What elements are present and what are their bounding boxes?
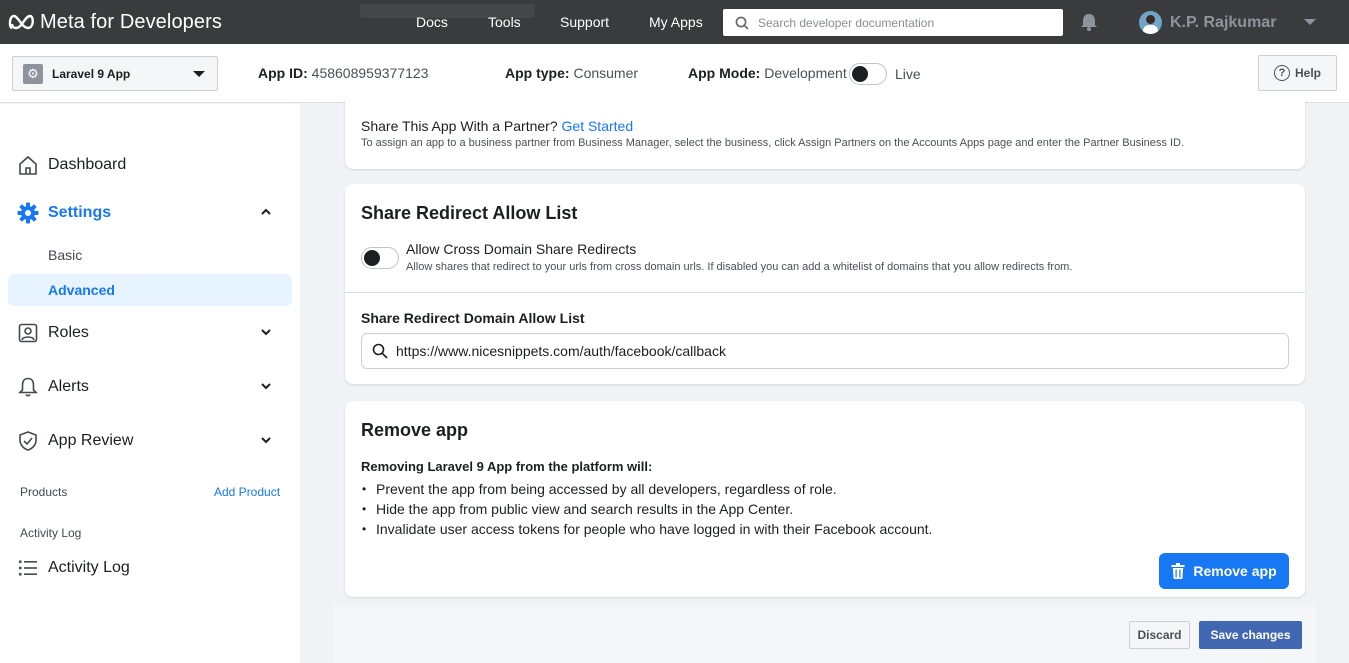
remove-app-title: Remove app xyxy=(361,420,469,440)
nav-my-apps[interactable]: My Apps xyxy=(649,0,703,44)
domain-allow-list-field[interactable] xyxy=(361,333,1289,369)
trash-icon xyxy=(1171,563,1185,579)
list-item: Prevent the app from being accessed by a… xyxy=(361,479,932,499)
meta-logo[interactable]: Meta for Developers xyxy=(8,10,222,34)
roles-icon xyxy=(16,321,40,345)
app-selector[interactable]: ⚙ Laravel 9 App xyxy=(12,56,218,91)
search-input[interactable] xyxy=(758,15,1048,30)
user-menu-caret-icon[interactable] xyxy=(1304,19,1316,25)
chevron-down-icon[interactable] xyxy=(260,326,272,338)
app-mode-value: Development xyxy=(764,65,847,81)
activity-log-section-label: Activity Log xyxy=(20,526,82,540)
bell-icon xyxy=(16,375,40,399)
sidebar: Dashboard Settings Basic Advanced Roles … xyxy=(0,104,300,663)
nav-support[interactable]: Support xyxy=(560,0,609,44)
app-mode-toggle[interactable] xyxy=(849,63,887,85)
sidebar-label-alerts: Alerts xyxy=(48,378,89,395)
top-navigation-bar: Meta for Developers Docs Tools Support M… xyxy=(0,0,1349,44)
app-mode-label: App Mode: xyxy=(688,65,761,81)
search-icon xyxy=(372,343,388,359)
gear-icon xyxy=(16,201,40,225)
cross-domain-redirect-toggle[interactable] xyxy=(361,247,399,269)
sidebar-label-dashboard: Dashboard xyxy=(48,156,127,173)
cross-domain-option-description: Allow shares that redirect to your urls … xyxy=(406,261,1073,273)
share-redirect-card: Share Redirect Allow List Allow Cross Do… xyxy=(345,184,1305,384)
app-info-bar: ⚙ Laravel 9 App App ID: 458608959377123 … xyxy=(0,44,1349,103)
app-mode: App Mode: Development xyxy=(688,65,847,81)
help-question-icon: ? xyxy=(1273,65,1290,81)
save-changes-button[interactable]: Save changes xyxy=(1199,621,1302,649)
sidebar-item-activity-log[interactable]: Activity Log xyxy=(16,553,288,583)
domain-allow-list-label: Share Redirect Domain Allow List xyxy=(361,310,585,326)
sidebar-label-roles: Roles xyxy=(48,324,89,341)
sidebar-label-settings: Settings xyxy=(48,204,112,221)
save-bar: Discard Save changes xyxy=(333,606,1316,663)
share-redirect-title: Share Redirect Allow List xyxy=(361,203,578,223)
user-menu[interactable]: K.P. Rajkumar xyxy=(1139,11,1276,34)
sidebar-label-app-review: App Review xyxy=(48,432,134,449)
sidebar-label-activity-log: Activity Log xyxy=(48,559,130,576)
help-label: Help xyxy=(1294,66,1321,80)
partner-description: To assign an app to a business partner f… xyxy=(361,137,1185,149)
list-item: Hide the app from public view and search… xyxy=(361,499,932,519)
list-item: Invalidate user access tokens for people… xyxy=(361,519,932,539)
nav-docs[interactable]: Docs xyxy=(416,0,448,44)
notifications-bell-icon[interactable] xyxy=(1079,12,1099,37)
app-selector-caret-icon xyxy=(193,71,205,77)
partner-line: Share This App With a Partner? Get Start… xyxy=(361,118,633,134)
chevron-down-icon[interactable] xyxy=(260,434,272,446)
sidebar-item-settings[interactable]: Settings xyxy=(16,198,288,228)
get-started-link[interactable]: Get Started xyxy=(562,118,634,134)
meta-infinity-icon xyxy=(8,14,34,30)
app-id-value: 458608959377123 xyxy=(311,65,429,81)
remove-app-intro: Removing Laravel 9 App from the platform… xyxy=(361,459,653,474)
list-icon xyxy=(16,556,40,580)
domain-allow-list-input[interactable] xyxy=(396,343,1276,359)
sidebar-item-app-review[interactable]: App Review xyxy=(16,426,288,456)
brand-text: Meta for Developers xyxy=(40,10,222,33)
share-with-partner-card: Share This App With a Partner? Get Start… xyxy=(345,99,1305,169)
app-type-value: Consumer xyxy=(573,65,639,81)
live-label: Live xyxy=(895,66,921,82)
app-id: App ID: 458608959377123 xyxy=(258,65,428,81)
shield-check-icon xyxy=(16,429,40,453)
add-product-link[interactable]: Add Product xyxy=(214,485,280,499)
discard-button[interactable]: Discard xyxy=(1129,621,1190,649)
app-type-label: App type: xyxy=(505,65,570,81)
sidebar-item-alerts[interactable]: Alerts xyxy=(16,372,288,402)
search-box[interactable] xyxy=(723,9,1063,36)
sidebar-item-dashboard[interactable]: Dashboard xyxy=(16,150,288,180)
divider xyxy=(345,292,1305,293)
sidebar-item-advanced[interactable]: Advanced xyxy=(8,274,292,306)
products-section-label: Products xyxy=(20,485,68,499)
remove-app-button[interactable]: Remove app xyxy=(1159,553,1289,589)
home-icon xyxy=(16,153,40,177)
remove-app-consequences: Prevent the app from being accessed by a… xyxy=(361,479,932,539)
chevron-up-icon[interactable] xyxy=(260,206,272,218)
user-name: K.P. Rajkumar xyxy=(1170,13,1277,31)
help-button[interactable]: ? Help xyxy=(1258,55,1337,91)
app-name: Laravel 9 App xyxy=(52,66,131,81)
search-icon xyxy=(735,16,749,30)
cross-domain-option-title: Allow Cross Domain Share Redirects xyxy=(406,241,637,257)
avatar xyxy=(1139,11,1162,34)
nav-tools[interactable]: Tools xyxy=(488,0,521,44)
app-gear-icon: ⚙ xyxy=(23,63,43,84)
app-type: App type: Consumer xyxy=(505,65,638,81)
remove-app-card: Remove app Removing Laravel 9 App from t… xyxy=(345,401,1305,597)
partner-text: Share This App With a Partner? xyxy=(361,118,558,134)
remove-app-button-label: Remove app xyxy=(1193,563,1277,579)
sidebar-item-roles[interactable]: Roles xyxy=(16,318,288,348)
app-id-label: App ID: xyxy=(258,65,308,81)
chevron-down-icon[interactable] xyxy=(260,380,272,392)
sidebar-item-basic[interactable]: Basic xyxy=(8,239,292,271)
